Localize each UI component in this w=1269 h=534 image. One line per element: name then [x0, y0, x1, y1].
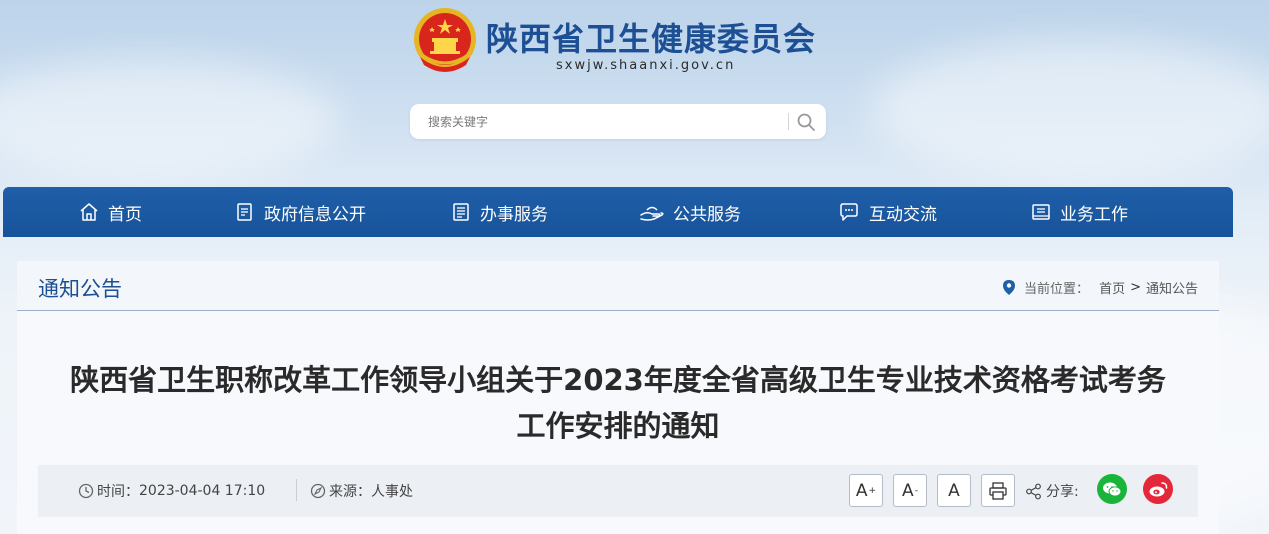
article-source: 来源： 人事处 [310, 481, 413, 501]
content-area: 通知公告 当前位置： 首页 > 通知公告 陕西省卫生职称改革工作领导小组关于20… [17, 261, 1219, 534]
nav-item-public-services[interactable]: 公共服务 [639, 187, 741, 237]
home-icon [80, 203, 98, 221]
hands-icon [640, 206, 664, 221]
national-emblem-icon[interactable] [410, 5, 480, 77]
breadcrumb: 当前位置： 首页 > 通知公告 [1002, 278, 1198, 297]
clock-icon [78, 483, 94, 499]
search-divider [788, 113, 789, 130]
font-increase-button[interactable]: A + [849, 474, 883, 507]
form-icon [453, 203, 469, 221]
search-input[interactable] [422, 104, 794, 139]
compass-icon [310, 483, 326, 499]
section-header: 通知公告 当前位置： 首页 > 通知公告 [17, 261, 1219, 311]
site-header: 陕西省卫生健康委员会 sxwjw.shaanxi.gov.cn [0, 0, 1269, 186]
site-domain: sxwjw.shaanxi.gov.cn [556, 58, 736, 73]
main-nav: 首页 政府信息公开 办事服务 公共服务 互动交流 业务工作 [3, 187, 1233, 237]
font-default-label: A [948, 480, 960, 501]
search-icon[interactable] [794, 110, 818, 134]
nav-label: 政府信息公开 [264, 204, 366, 225]
weibo-icon [1149, 481, 1168, 496]
chat-icon [840, 203, 858, 221]
time-value: 2023-04-04 17:10 [139, 483, 266, 499]
nav-item-business[interactable]: 业务工作 [1030, 187, 1128, 237]
print-icon [989, 481, 1007, 500]
nav-label: 互动交流 [869, 204, 937, 225]
breadcrumb-home-link[interactable]: 首页 [1099, 278, 1125, 297]
font-decrease-sup: - [914, 485, 918, 496]
source-value: 人事处 [371, 484, 413, 500]
article-title: 陕西省卫生职称改革工作领导小组关于2023年度全省高级卫生专业技术资格考试考务工… [70, 363, 1166, 443]
wechat-icon [1103, 482, 1122, 497]
share-label: 分享: [1046, 484, 1079, 500]
briefcase-icon [1032, 204, 1050, 220]
section-title: 通知公告 [38, 277, 122, 301]
nav-label: 首页 [108, 204, 142, 225]
font-increase-label: A [855, 480, 868, 501]
nav-label: 业务工作 [1060, 204, 1128, 225]
font-decrease-button[interactable]: A- [893, 474, 927, 507]
print-button[interactable] [981, 474, 1015, 507]
share-wechat-button[interactable] [1097, 474, 1127, 504]
document-icon [237, 203, 252, 221]
nav-item-gov-info[interactable]: 政府信息公开 [234, 187, 366, 237]
share-weibo-button[interactable] [1143, 474, 1173, 504]
breadcrumb-prefix: 当前位置： [1024, 282, 1090, 297]
time-label: 时间： [97, 484, 139, 500]
breadcrumb-current-link[interactable]: 通知公告 [1146, 278, 1198, 297]
article-meta-bar: 时间： 2023-04-04 17:10 来源： 人事处 A + A- A 分享… [38, 465, 1198, 517]
publish-time: 时间： 2023-04-04 17:10 [78, 481, 265, 501]
font-decrease-label: A [902, 480, 914, 501]
meta-divider [296, 479, 297, 501]
share-icon [1026, 483, 1041, 499]
nav-label: 办事服务 [480, 204, 548, 225]
share-section: 分享: [1025, 481, 1079, 501]
source-label: 来源： [329, 484, 371, 500]
nav-item-interaction[interactable]: 互动交流 [837, 187, 937, 237]
location-pin-icon [1003, 280, 1016, 295]
site-title: 陕西省卫生健康委员会 [486, 20, 817, 58]
breadcrumb-separator: > [1130, 280, 1141, 295]
font-default-button[interactable]: A [937, 474, 971, 507]
nav-item-home[interactable]: 首页 [78, 187, 142, 237]
search-box [410, 104, 826, 139]
nav-label: 公共服务 [673, 204, 741, 225]
nav-item-services[interactable]: 办事服务 [450, 187, 548, 237]
font-increase-sup: + [868, 485, 877, 496]
